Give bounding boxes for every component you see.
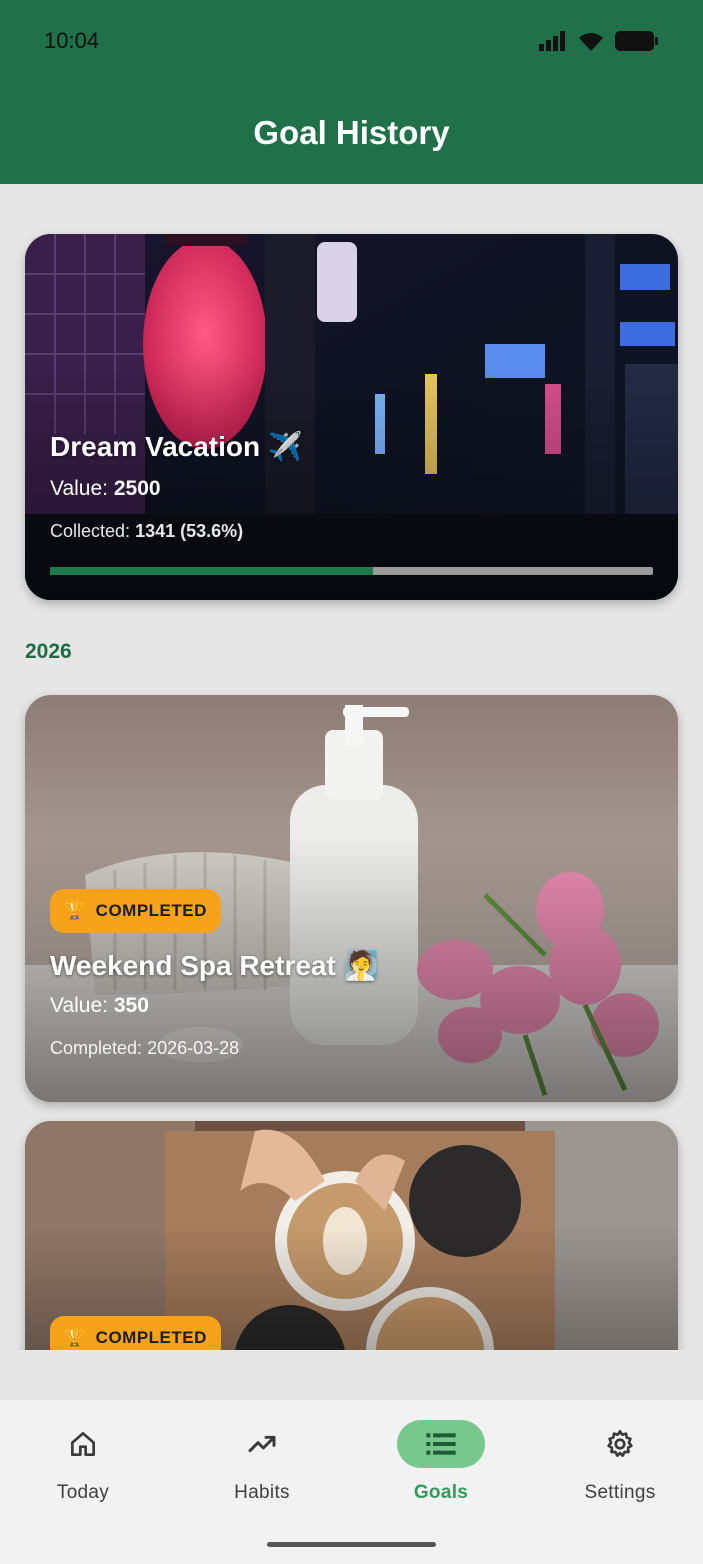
progress-fill (50, 567, 374, 575)
nav-item-goals[interactable]: Goals (366, 1420, 516, 1504)
completed-date-value: 2026-03-28 (147, 1038, 240, 1058)
nav-item-settings[interactable]: Settings (545, 1420, 695, 1504)
nav-icon-container (218, 1420, 306, 1468)
goal-history-list[interactable]: Dream Vacation ✈️ Value: 2500 Collected:… (0, 184, 703, 1350)
completed-goal-card[interactable]: 🏆 COMPLETED Weekend Spa Retreat 🧖 Value:… (25, 695, 678, 1102)
value-label: Value: (50, 477, 108, 500)
nav-label: Settings (584, 1482, 656, 1503)
goal-collected: Collected: 1341 (53.6%) (50, 521, 303, 542)
signal-icon (539, 31, 565, 51)
nav-item-today[interactable]: Today (8, 1420, 158, 1504)
nav-label: Habits (234, 1482, 290, 1503)
completed-date: Completed: 2026-03-28 (50, 1038, 378, 1059)
nav-icon-container (576, 1420, 664, 1468)
goal-value: Value: 2500 (50, 477, 303, 501)
goal-progress-bar (50, 567, 653, 575)
completed-goal-info: 🏆 COMPLETED Weekend Spa Retreat 🧖 Value:… (50, 889, 378, 1059)
value-amount: 350 (113, 994, 149, 1017)
status-time: 10:04 (44, 28, 100, 53)
value-label: Value: (50, 994, 108, 1017)
completed-goal-info: 🏆 COMPLETED (50, 1316, 221, 1350)
list-icon (426, 1433, 456, 1455)
collected-amount: 1341 (53.6%) (135, 521, 244, 541)
card-overlay (25, 234, 678, 600)
completed-label: Completed: (50, 1038, 143, 1058)
goal-value: Value: 350 (50, 994, 378, 1018)
goal-title: Weekend Spa Retreat 🧖 (50, 950, 379, 981)
nav-label: Today (56, 1482, 110, 1503)
status-icons (539, 30, 659, 52)
trophy-icon: 🏆 (64, 901, 86, 920)
collected-label: Collected: (50, 521, 131, 541)
completed-goal-card[interactable]: 🏆 COMPLETED (25, 1121, 678, 1350)
nav-item-habits[interactable]: Habits (187, 1420, 337, 1504)
wifi-icon (579, 33, 603, 51)
gear-icon (607, 1430, 633, 1457)
bottom-navigation: Today Habits Goals Settings (0, 1400, 703, 1564)
home-indicator (267, 1542, 436, 1547)
year-header: 2026 (25, 640, 72, 663)
current-goal-info: Dream Vacation ✈️ Value: 2500 Collected:… (50, 430, 303, 542)
badge-label: COMPLETED (95, 901, 207, 920)
battery-icon (615, 31, 658, 51)
current-goal-card[interactable]: Dream Vacation ✈️ Value: 2500 Collected:… (25, 234, 678, 600)
app-bar: Goal History (0, 84, 703, 184)
nav-icon-container (397, 1420, 485, 1468)
home-icon (71, 1432, 95, 1456)
trophy-icon: 🏆 (64, 1328, 86, 1347)
page-title: Goal History (253, 114, 450, 151)
nav-label: Goals (413, 1482, 469, 1503)
completed-badge: 🏆 COMPLETED (50, 889, 221, 933)
badge-label: COMPLETED (95, 1328, 207, 1347)
status-bar: 10:04 (0, 0, 703, 84)
value-amount: 2500 (113, 477, 161, 500)
goal-title: Dream Vacation ✈️ (50, 431, 303, 462)
nav-icon-container (39, 1420, 127, 1468)
trending-up-icon (248, 1435, 276, 1453)
completed-badge: 🏆 COMPLETED (50, 1316, 221, 1350)
